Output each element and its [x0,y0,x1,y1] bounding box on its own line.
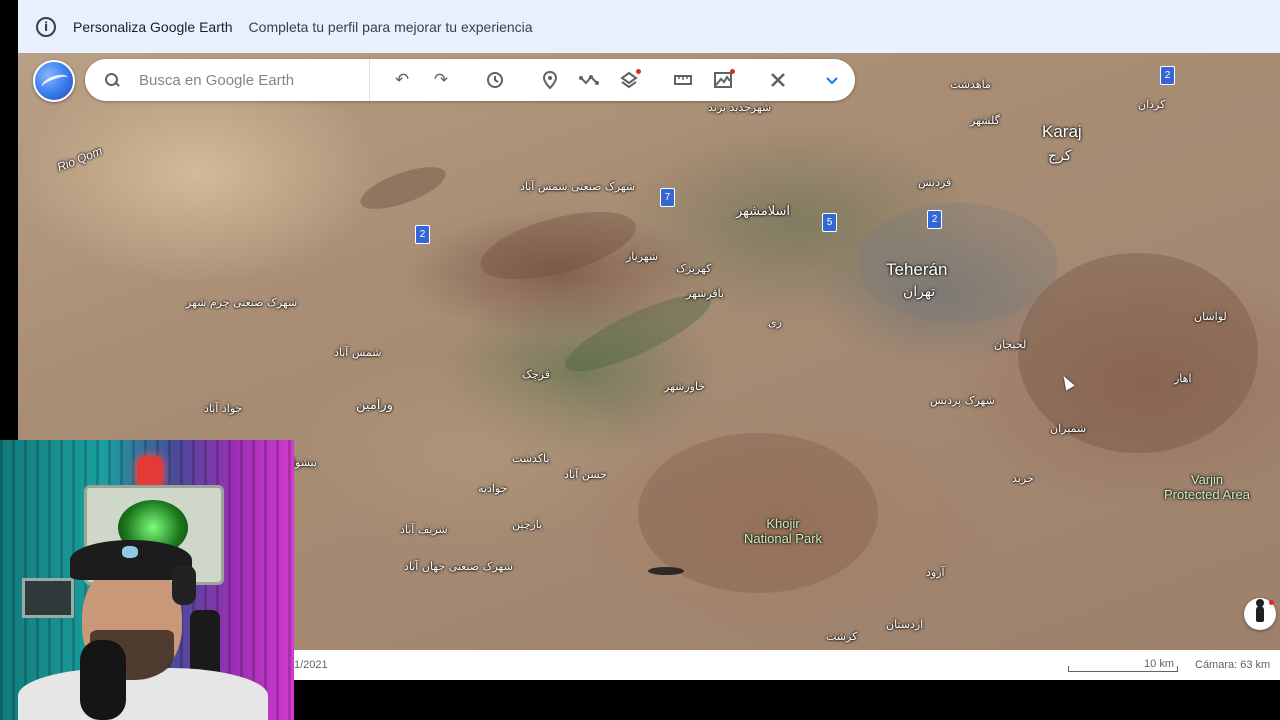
map-label-shahriar[interactable]: شهریار [626,250,658,263]
map-label-jawad-abad[interactable]: جواد آباد [204,402,242,415]
layers-icon[interactable] [615,66,643,94]
map-label-kahrizak[interactable]: کهریزک [676,262,711,275]
google-earth-logo-icon[interactable] [33,60,75,102]
map-label-karasht[interactable]: کرشت [826,630,857,643]
status-bar: 1/2021 10 km Cámara: 63 km [294,650,1280,680]
map-label-pishva[interactable]: پیشوا [292,456,317,469]
map-label-parand[interactable]: شهرک صنعتی شمس آباد [520,180,635,193]
street-view-pegman-icon[interactable] [1244,598,1276,630]
map-label-khavarshahr[interactable]: خاورشهر [664,380,705,393]
map-label-karaj[interactable]: Karaj [1042,122,1082,142]
history-icon[interactable] [481,66,509,94]
map-label-javad[interactable]: جوادیه [478,482,507,495]
data-layers-icon[interactable] [709,66,737,94]
map-label-shams-abad[interactable]: شمس آباد [334,346,381,359]
map-label-shemiran[interactable]: شمیران [1050,422,1086,435]
webcam-overlay [0,440,294,720]
map-marker[interactable]: 2 [1160,66,1175,85]
search-toolbar: ↶ ↷ [85,59,855,101]
map-label-pakdasht[interactable]: پاکدشت [512,452,549,465]
map-label-baqershahr[interactable]: باقرشهر [686,287,724,300]
map-label-sharif-abad[interactable]: شریف آباد [400,523,448,536]
info-icon: i [36,16,56,37]
notification-dot [1269,600,1274,605]
map-label-fardis[interactable]: فردیس [918,176,951,189]
small-monitor [22,578,74,618]
redo-icon[interactable]: ↷ [427,66,455,94]
notification-dot [730,69,735,74]
profile-banner: i Personaliza Google Earth Completa tu p… [18,0,1280,53]
map-label-tehran-fa[interactable]: تهران [903,284,935,300]
map-label-varjin[interactable]: Varjin Protected Area [1164,472,1250,502]
terrain-ridge [473,198,643,293]
map-label-qarchak[interactable]: قرچک [522,368,550,381]
map-label-khojir-park[interactable]: Khojir National Park [744,516,822,546]
place-pin-icon[interactable] [536,66,564,94]
pegman-figure [1256,599,1264,622]
map-label-ardestan[interactable]: اردستان [886,618,923,631]
path-icon[interactable] [575,66,603,94]
reservoir [648,567,684,575]
ruler-icon[interactable] [669,66,697,94]
map-label-lahijan[interactable]: لحیجان [994,338,1026,351]
map-label-shahrak-pardis[interactable]: شهرک پردیس [930,394,995,407]
map-marker[interactable]: 2 [927,210,942,229]
notification-dot [636,69,641,74]
map-label-varamin[interactable]: ورامین [356,398,393,413]
screen: i Personaliza Google Earth Completa tu p… [0,0,1280,720]
undo-icon[interactable]: ↶ [388,66,416,94]
map-label-shahrak-tam[interactable]: شهرک صنعتی جهان آباد [404,560,513,573]
map-marker[interactable]: 5 [822,213,837,232]
microphone [80,640,126,720]
scale-bar: 10 km [1068,658,1178,674]
map-marker[interactable]: 2 [415,225,430,244]
terrain-ridge [355,158,451,218]
left-black-strip [0,0,18,440]
headphone [172,565,196,605]
map-label-shahr-jadid[interactable]: شهرجدید پرند [708,101,771,114]
search-input[interactable] [139,71,359,89]
map-label-karaj-fa[interactable]: کرج [1048,148,1071,164]
expand-chevron-icon[interactable] [818,66,846,94]
scale-line [1068,666,1178,672]
map-label-aref[interactable]: آرود [926,566,945,579]
imagery-date: 1/2021 [294,659,328,671]
search-field [85,59,370,101]
map-marker[interactable]: 7 [660,188,675,207]
map-label-kordan[interactable]: کردان [1138,98,1165,111]
map-label-mahdasht[interactable]: ماهدشت [950,78,991,91]
map-label-parchin[interactable]: پارچین [512,518,542,531]
map-label-eslamshahr[interactable]: اسلامشهر [736,204,790,219]
map-label-shahr-sanati[interactable]: شهرک صنعتی چرم شهر [186,296,297,309]
camera-altitude: Cámara: 63 km [1195,659,1271,671]
tools-icon[interactable] [764,66,792,94]
map-label-tehran[interactable]: Teherán [886,260,947,280]
map-label-ray[interactable]: ری [768,316,782,329]
banner-title[interactable]: Personaliza Google Earth [73,19,233,35]
map-label-kharid[interactable]: خرید [1012,472,1034,485]
map-label-hasan-abad[interactable]: حسن آباد [564,468,607,481]
map-label-golshahr[interactable]: گلشهر [970,114,1000,127]
red-beacon [137,456,163,486]
banner-subtitle: Completa tu perfil para mejorar tu exper… [248,18,533,35]
search-icon[interactable] [105,73,119,87]
map-label-ahar[interactable]: اهار [1174,372,1192,385]
map-label-lavasan[interactable]: لواسان [1194,310,1227,323]
cap-logo [122,546,138,558]
